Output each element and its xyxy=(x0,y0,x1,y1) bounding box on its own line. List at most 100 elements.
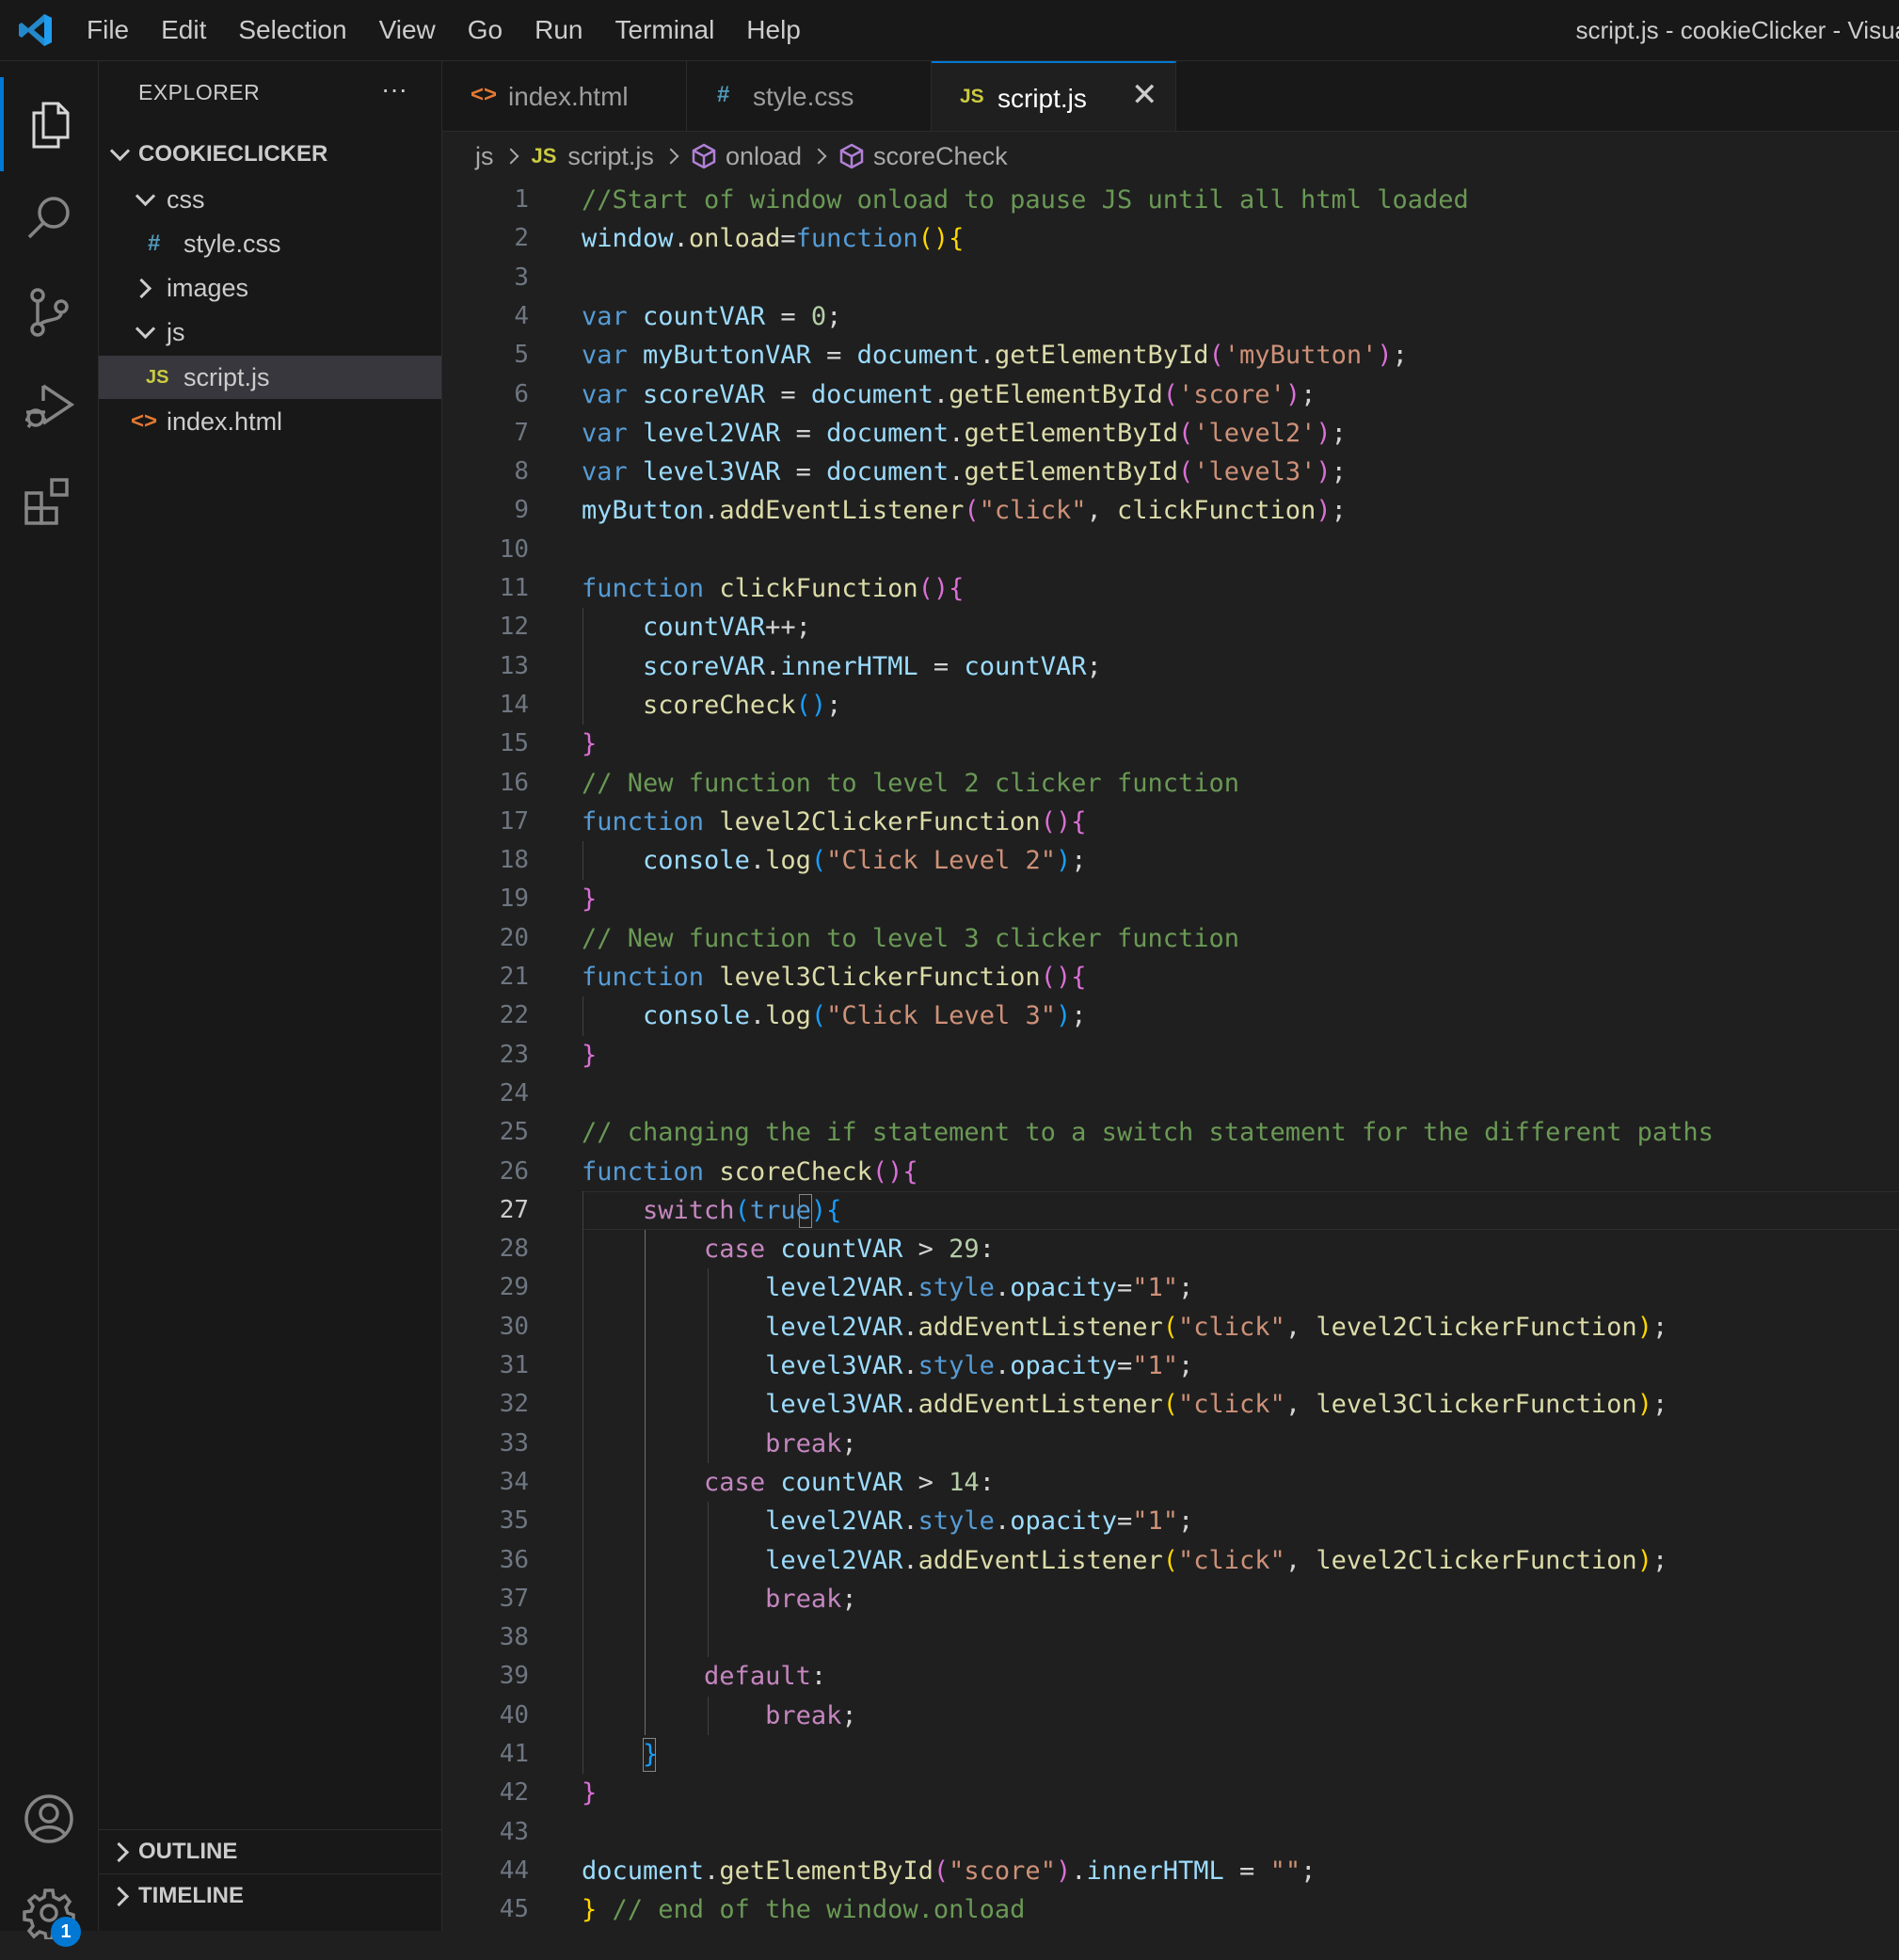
code-line[interactable]: 15} xyxy=(442,725,1899,763)
tab-index-html[interactable]: <> index.html xyxy=(442,61,687,131)
code-token: ) xyxy=(1636,1545,1652,1575)
activity-manage[interactable]: 1 xyxy=(0,1866,98,1960)
menu-go[interactable]: Go xyxy=(452,15,519,45)
code-line[interactable]: 39 default: xyxy=(442,1657,1899,1696)
code-line[interactable]: 22 console.log("Click Level 3"); xyxy=(442,996,1899,1035)
menu-help[interactable]: Help xyxy=(730,15,817,45)
code-line[interactable]: 11 function clickFunction(){ xyxy=(442,569,1899,608)
line-number: 26 xyxy=(499,1156,529,1186)
code-line[interactable]: 43 xyxy=(442,1813,1899,1852)
code-line[interactable]: 38 xyxy=(442,1618,1899,1657)
menu-file[interactable]: File xyxy=(71,15,145,45)
tree-item-script-js[interactable]: JS script.js xyxy=(99,356,441,399)
code-line[interactable]: 36 level2VAR.addEventListener("click", l… xyxy=(442,1541,1899,1580)
code-line[interactable]: 45} // end of the window.onload xyxy=(442,1890,1899,1929)
code-line[interactable]: 8 var level3VAR = document.getElementById… xyxy=(442,453,1899,491)
code-line[interactable]: 19} xyxy=(442,880,1899,918)
code-line[interactable]: 1 //Start of window onload to pause JS un… xyxy=(442,181,1899,219)
code-line[interactable]: 5 var myButtonVAR = document.getElementBy… xyxy=(442,336,1899,374)
code-line[interactable]: 4 var countVAR = 0; xyxy=(442,297,1899,336)
code-token: . xyxy=(704,1856,720,1886)
menu-view[interactable]: View xyxy=(363,15,452,45)
code-line[interactable]: 14 scoreCheck(); xyxy=(442,686,1899,725)
breadcrumb-symbol[interactable]: onload xyxy=(726,142,802,171)
editor-tabs: <> index.html # style.css JS script.js ✕ xyxy=(442,61,1899,132)
code-token: "1" xyxy=(1132,1506,1179,1537)
code-line[interactable]: 6 var scoreVAR = document.getElementById(… xyxy=(442,375,1899,414)
breadcrumb-symbol[interactable]: scoreCheck xyxy=(873,142,1008,171)
code-token: myButton xyxy=(582,496,705,526)
tree-item-style-css[interactable]: # style.css xyxy=(99,222,441,265)
menu-edit[interactable]: Edit xyxy=(145,15,222,45)
code-token: ( xyxy=(810,846,827,876)
outline-section[interactable]: OUTLINE xyxy=(99,1829,441,1873)
vscode-logo-icon[interactable] xyxy=(17,11,55,49)
activity-source-control[interactable] xyxy=(0,265,98,359)
menu-selection[interactable]: Selection xyxy=(222,15,362,45)
breadcrumb-file[interactable]: script.js xyxy=(567,142,654,171)
code-line[interactable]: 23} xyxy=(442,1036,1899,1075)
tab-script-js[interactable]: JS script.js ✕ xyxy=(932,61,1176,131)
code-line[interactable]: 2 window.onload=function(){ xyxy=(442,219,1899,258)
code-line[interactable]: 27 switch(true){ xyxy=(442,1190,1899,1230)
activity-explorer[interactable] xyxy=(0,77,98,171)
code-token: getElementById xyxy=(719,1856,934,1886)
tree-item-images[interactable]: images xyxy=(99,266,441,310)
timeline-section[interactable]: TIMELINE xyxy=(99,1873,441,1918)
code-text: var myButtonVAR = document.getElementByI… xyxy=(582,336,1408,374)
code-line[interactable]: 25 // changing the if statement to a swit… xyxy=(442,1113,1899,1152)
code-line[interactable]: 40 break; xyxy=(442,1697,1899,1735)
code-token: { xyxy=(826,1195,842,1225)
code-line[interactable]: 21 function level3ClickerFunction(){ xyxy=(442,958,1899,996)
code-line[interactable]: 9 myButton.addEventListener("click", clic… xyxy=(442,491,1899,530)
code-line[interactable]: 16 // New function to level 2 clicker fun… xyxy=(442,764,1899,803)
code-line[interactable]: 3 xyxy=(442,259,1899,297)
code-line[interactable]: 18 console.log("Click Level 2"); xyxy=(442,841,1899,880)
code-line[interactable]: 30 level2VAR.addEventListener("click", l… xyxy=(442,1308,1899,1347)
code-line[interactable]: 7 var level2VAR = document.getElementById… xyxy=(442,414,1899,453)
code-line[interactable]: 33 break; xyxy=(442,1425,1899,1463)
code-token: = xyxy=(918,651,965,681)
code-line[interactable]: 12 countVAR++; xyxy=(442,608,1899,646)
tree-item-js[interactable]: js xyxy=(99,311,441,354)
code-line[interactable]: 17 function level2ClickerFunction(){ xyxy=(442,803,1899,841)
code-line[interactable]: 24 xyxy=(442,1075,1899,1113)
activity-run-debug[interactable] xyxy=(0,359,98,454)
code-line[interactable]: 28 case countVAR > 29: xyxy=(442,1230,1899,1268)
code-token: ; xyxy=(1178,1351,1194,1380)
code-text: function level3ClickerFunction(){ xyxy=(582,958,1086,996)
code-line[interactable]: 26 function scoreCheck(){ xyxy=(442,1153,1899,1191)
tab-style-css[interactable]: # style.css xyxy=(687,61,932,131)
activity-extensions[interactable] xyxy=(0,454,98,548)
code-editor[interactable]: 1 //Start of window onload to pause JS un… xyxy=(442,181,1899,1931)
code-line[interactable]: 44 document.getElementById("score").inner… xyxy=(442,1852,1899,1890)
line-number: 21 xyxy=(499,963,529,991)
menu-terminal[interactable]: Terminal xyxy=(598,15,730,45)
code-line[interactable]: 20 // New function to level 3 clicker fun… xyxy=(442,919,1899,958)
tree-item-index-html[interactable]: <> index.html xyxy=(99,400,441,443)
activity-account[interactable] xyxy=(0,1772,98,1866)
code-line[interactable]: 41 } xyxy=(442,1735,1899,1774)
code-token: function xyxy=(582,1156,705,1187)
project-folder-row[interactable]: COOKIECLICKER xyxy=(99,133,441,176)
code-line[interactable]: 10 xyxy=(442,531,1899,569)
code-line[interactable]: 35 level2VAR.style.opacity="1"; xyxy=(442,1502,1899,1540)
menu-run[interactable]: Run xyxy=(519,15,598,45)
code-token: style xyxy=(918,1351,995,1380)
code-line[interactable]: 32 level3VAR.addEventListener("click", l… xyxy=(442,1385,1899,1424)
close-icon[interactable]: ✕ xyxy=(1131,76,1158,114)
code-line[interactable]: 37 break; xyxy=(442,1580,1899,1618)
tree-item-css[interactable]: css xyxy=(99,178,441,221)
code-line[interactable]: 29 level2VAR.style.opacity="1"; xyxy=(442,1268,1899,1307)
breadcrumb-folder[interactable]: js xyxy=(475,142,494,171)
code-token: level3VAR xyxy=(765,1390,903,1420)
code-token: document xyxy=(826,418,950,448)
more-actions-button[interactable]: ··· xyxy=(381,74,407,104)
code-line[interactable]: 13 scoreVAR.innerHTML = countVAR; xyxy=(442,647,1899,686)
code-line[interactable]: 42} xyxy=(442,1774,1899,1812)
code-line[interactable]: 34 case countVAR > 14: xyxy=(442,1463,1899,1502)
line-number: 14 xyxy=(499,690,529,719)
code-line[interactable]: 31 level3VAR.style.opacity="1"; xyxy=(442,1347,1899,1385)
activity-search[interactable] xyxy=(0,171,98,265)
code-text: myButton.addEventListener("click", click… xyxy=(582,491,1347,530)
